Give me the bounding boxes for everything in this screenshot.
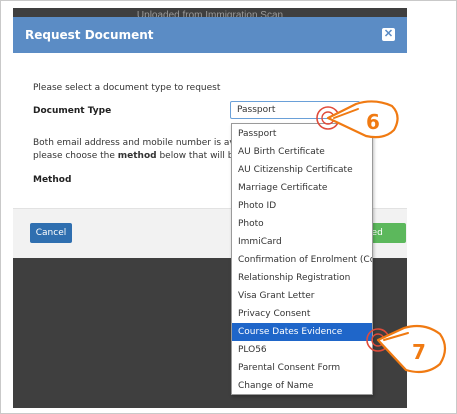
- document-type-dropdown: Passport AU Birth Certificate AU Citizen…: [231, 123, 373, 395]
- dropdown-option[interactable]: ImmiCard: [232, 233, 372, 251]
- dropdown-option[interactable]: Photo: [232, 215, 372, 233]
- dropdown-option[interactable]: Relationship Registration: [232, 269, 372, 287]
- close-icon[interactable]: ✕: [382, 28, 395, 41]
- method-label: Method: [33, 175, 72, 185]
- step-6-annotation: 6: [314, 96, 404, 146]
- step-6-number: 6: [366, 110, 380, 134]
- pointer-hand-icon: [366, 324, 447, 374]
- cancel-button[interactable]: Cancel: [30, 223, 72, 243]
- dropdown-option[interactable]: Change of Name: [232, 377, 372, 395]
- dropdown-option[interactable]: Parental Consent Form: [232, 359, 372, 377]
- document-type-label: Document Type: [33, 106, 112, 116]
- dropdown-option[interactable]: Privacy Consent: [232, 305, 372, 323]
- dropdown-option[interactable]: AU Citizenship Certificate: [232, 161, 372, 179]
- info-method-word: method: [117, 151, 157, 161]
- proceed-button[interactable]: eed: [370, 223, 406, 243]
- dropdown-option[interactable]: Marriage Certificate: [232, 179, 372, 197]
- instruction-text: Please select a document type to request: [33, 83, 221, 93]
- dropdown-option-selected[interactable]: Course Dates Evidence: [232, 323, 372, 341]
- dropdown-option[interactable]: Visa Grant Letter: [232, 287, 372, 305]
- info-text-line1: Both email address and mobile number is …: [33, 138, 259, 148]
- dropdown-option[interactable]: Confirmation of Enrolment (CoE): [232, 251, 372, 269]
- modal-header: Request Document ✕: [13, 17, 407, 53]
- pointer-hand-icon: [316, 100, 399, 139]
- step-7-number: 7: [412, 340, 426, 364]
- document-type-value: Passport: [237, 105, 276, 115]
- step-7-annotation: 7: [360, 318, 452, 380]
- dropdown-option[interactable]: Photo ID: [232, 197, 372, 215]
- info-text-start: please choose the: [33, 151, 115, 161]
- dropdown-option[interactable]: PLO56: [232, 341, 372, 359]
- modal-title: Request Document: [25, 28, 154, 42]
- info-text-line2: please choose the method below that will…: [33, 151, 258, 161]
